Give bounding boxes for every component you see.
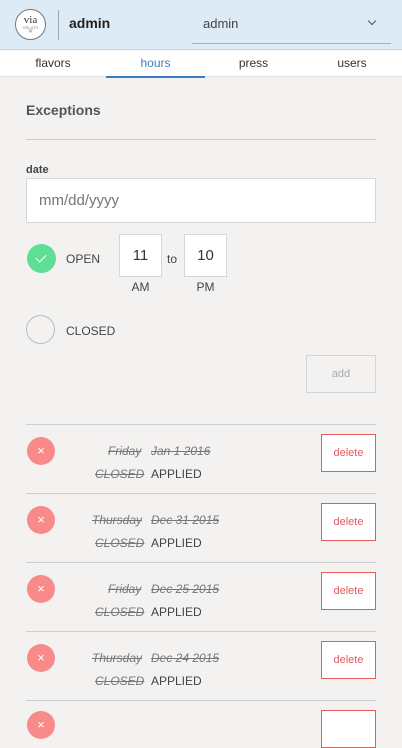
add-button[interactable]: add xyxy=(306,355,376,393)
exception-day: Thursday xyxy=(92,651,143,665)
open-period-label: AM xyxy=(131,280,150,294)
open-radio[interactable] xyxy=(27,244,56,273)
tab-bar: flavors hours press users xyxy=(0,51,402,78)
exception-date: Dec 25 2015 xyxy=(151,582,220,596)
admin-select[interactable]: admin xyxy=(192,5,391,44)
tab-press[interactable]: press xyxy=(205,51,302,77)
close-time-input[interactable] xyxy=(184,234,227,277)
to-label: to xyxy=(167,252,178,266)
check-icon xyxy=(35,251,47,263)
delete-button[interactable] xyxy=(321,710,376,748)
remove-icon[interactable]: × xyxy=(27,644,55,672)
exception-type: CLOSED xyxy=(95,605,145,619)
exception-status: APPLIED xyxy=(151,467,202,481)
page-title: admin xyxy=(69,15,111,31)
closed-radio[interactable] xyxy=(26,315,55,344)
open-radio-label: OPEN xyxy=(66,252,101,266)
section-divider xyxy=(26,139,376,140)
open-time-input[interactable] xyxy=(119,234,162,277)
tab-users[interactable]: users xyxy=(302,51,402,77)
delete-button[interactable]: delete xyxy=(321,572,376,610)
section-title: Exceptions xyxy=(26,102,101,118)
remove-icon[interactable]: × xyxy=(27,575,55,603)
delete-button[interactable]: delete xyxy=(321,434,376,472)
tab-flavors[interactable]: flavors xyxy=(0,51,106,77)
remove-icon[interactable]: × xyxy=(27,506,55,534)
logo-text: via xyxy=(23,14,38,26)
closed-radio-label: CLOSED xyxy=(66,324,116,338)
delete-button[interactable]: delete xyxy=(321,641,376,679)
exception-date: Jan 1 2016 xyxy=(151,444,211,458)
tab-hours[interactable]: hours xyxy=(106,51,205,78)
remove-icon[interactable]: × xyxy=(27,711,55,739)
chevron-down-icon xyxy=(367,16,377,26)
exception-date: Dec 31 2015 xyxy=(151,513,220,527)
date-label: date xyxy=(26,164,49,176)
header-divider xyxy=(58,10,59,40)
exception-type: CLOSED xyxy=(95,467,145,481)
admin-select-value: admin xyxy=(203,16,239,31)
close-period-label: PM xyxy=(196,280,215,294)
date-input[interactable] xyxy=(26,178,376,223)
app-header: via GELATO Ψ admin admin xyxy=(0,0,402,50)
delete-button[interactable]: delete xyxy=(321,503,376,541)
exception-status: APPLIED xyxy=(151,536,202,550)
remove-icon[interactable]: × xyxy=(27,437,55,465)
exception-type: CLOSED xyxy=(95,674,145,688)
via-gelato-logo[interactable]: via GELATO Ψ xyxy=(15,9,46,40)
row-divider xyxy=(26,700,376,701)
exception-date: Dec 24 2015 xyxy=(151,651,220,665)
exception-status: APPLIED xyxy=(151,674,202,688)
exception-type: CLOSED xyxy=(95,536,145,550)
fork-icon: Ψ xyxy=(28,29,33,35)
exception-day: Friday xyxy=(108,582,142,596)
exception-status: APPLIED xyxy=(151,605,202,619)
exception-day: Friday xyxy=(108,444,142,458)
exception-day: Thursday xyxy=(92,513,143,527)
